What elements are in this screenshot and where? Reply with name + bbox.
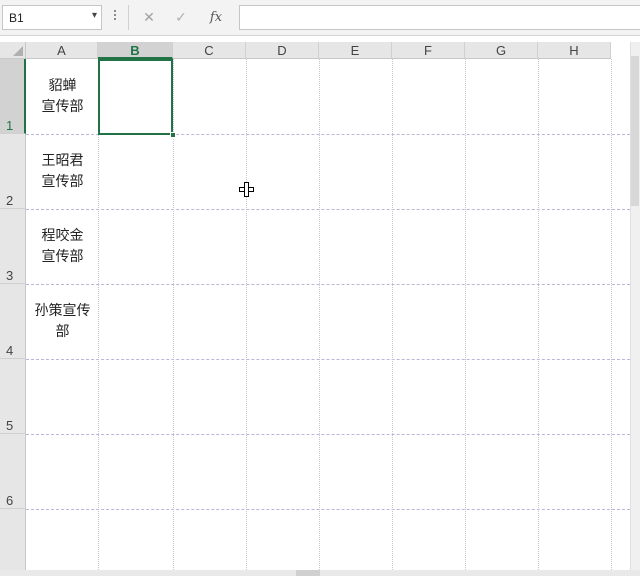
- row-header-4[interactable]: 4: [0, 284, 26, 359]
- row-number: 5: [6, 418, 14, 433]
- row-number: 6: [6, 493, 14, 508]
- gridline: [246, 59, 247, 576]
- formula-bar-grip-icon[interactable]: [112, 8, 118, 28]
- row-header-2[interactable]: 2: [0, 134, 26, 209]
- cell-text: 部: [55, 324, 70, 340]
- gridline: [319, 59, 320, 576]
- gridline: [26, 284, 640, 285]
- horizontal-scrollbar[interactable]: [0, 570, 640, 576]
- mouse-cursor-icon: [239, 182, 254, 197]
- name-box[interactable]: B1 ▾: [2, 5, 102, 30]
- select-all-button[interactable]: [0, 42, 26, 59]
- cell-a4[interactable]: 孙策宣传 部: [27, 301, 98, 343]
- name-box-value: B1: [9, 11, 24, 25]
- row-header-1[interactable]: 1: [0, 59, 26, 134]
- row-header-6[interactable]: 6: [0, 434, 26, 509]
- column-header-d[interactable]: D: [246, 42, 319, 59]
- checkmark-icon[interactable]: ✓: [168, 6, 194, 30]
- scrollbar-thumb[interactable]: [631, 56, 639, 206]
- gridline: [26, 359, 640, 360]
- scrollbar-thumb[interactable]: [296, 570, 320, 576]
- column-header-e[interactable]: E: [319, 42, 392, 59]
- row-header-7[interactable]: [0, 509, 26, 576]
- gridline: [26, 434, 640, 435]
- insert-function-button[interactable]: fx: [203, 6, 229, 30]
- divider: [128, 5, 129, 30]
- cell-text: 王昭君: [41, 153, 84, 169]
- cell-text: 宣传部: [41, 99, 84, 115]
- gridline: [26, 209, 640, 210]
- active-cell-b1[interactable]: [98, 59, 173, 135]
- column-header-f[interactable]: F: [392, 42, 465, 59]
- cell-text: 貂蝉: [48, 78, 77, 94]
- vertical-scrollbar[interactable]: [630, 42, 640, 576]
- column-header-c[interactable]: C: [173, 42, 246, 59]
- select-all-icon: [13, 46, 23, 56]
- row-number: 1: [6, 118, 14, 133]
- spreadsheet-grid[interactable]: A B C D E F G H 1 2 3 4 5 6 貂蝉 宣传部 王昭君 宣…: [0, 42, 640, 576]
- formula-bar: B1 ▾ ✕ ✓ fx: [0, 0, 640, 36]
- cell-text: 程咬金: [41, 228, 84, 244]
- cell-text: 宣传部: [41, 174, 84, 190]
- fill-handle[interactable]: [170, 132, 176, 138]
- cell-text: 孙策宣传: [34, 303, 91, 319]
- column-header-h[interactable]: H: [538, 42, 611, 59]
- column-header-a[interactable]: A: [26, 42, 98, 59]
- column-header-g[interactable]: G: [465, 42, 538, 59]
- row-number: 4: [6, 343, 14, 358]
- column-header-b[interactable]: B: [98, 42, 173, 59]
- gridline: [392, 59, 393, 576]
- gridline: [538, 59, 539, 576]
- row-number: 2: [6, 193, 14, 208]
- cell-text: 宣传部: [41, 249, 84, 265]
- gridline: [26, 509, 640, 510]
- row-number: 3: [6, 268, 14, 283]
- gridline: [465, 59, 466, 576]
- cell-a3[interactable]: 程咬金 宣传部: [27, 226, 98, 268]
- formula-input[interactable]: [239, 5, 640, 30]
- chevron-down-icon[interactable]: ▾: [92, 10, 97, 21]
- close-icon[interactable]: ✕: [136, 6, 162, 30]
- gridline: [98, 59, 99, 576]
- gridline: [611, 59, 612, 576]
- cell-a1[interactable]: 貂蝉 宣传部: [27, 76, 98, 118]
- cell-a2[interactable]: 王昭君 宣传部: [27, 151, 98, 193]
- row-header-3[interactable]: 3: [0, 209, 26, 284]
- row-header-5[interactable]: 5: [0, 359, 26, 434]
